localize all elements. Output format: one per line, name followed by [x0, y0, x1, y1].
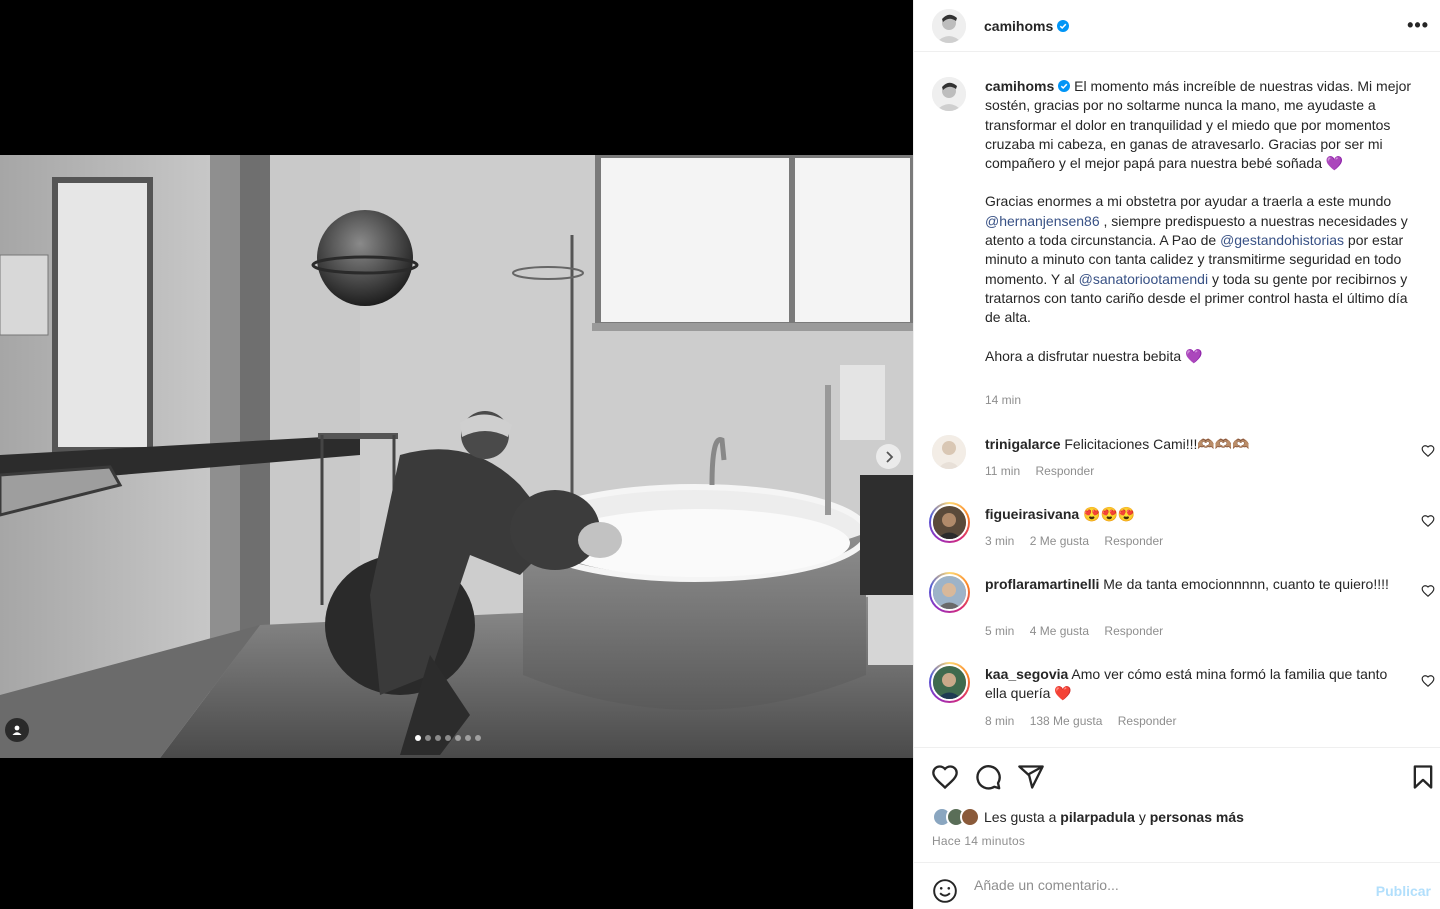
post-header: camihoms •••	[914, 0, 1440, 52]
comment-like-icon[interactable]	[1421, 444, 1435, 458]
comment-input[interactable]	[974, 877, 1354, 893]
reply-button[interactable]: Responder	[1035, 464, 1094, 478]
mention-link[interactable]: @hernanjensen86	[985, 213, 1100, 229]
comment-body: Me da tanta emocionnnnn, cuanto te quier…	[1103, 576, 1389, 592]
tagged-user-icon[interactable]	[5, 718, 29, 742]
post-photo[interactable]	[0, 155, 913, 758]
comment-likes[interactable]: 138 Me gusta	[1030, 714, 1103, 728]
commenter-avatar[interactable]	[929, 572, 970, 613]
comment-like-icon[interactable]	[1421, 674, 1435, 688]
post-timestamp[interactable]: Hace 14 minutos	[932, 834, 1025, 848]
comment-meta: 11 min Responder	[985, 464, 1106, 478]
carousel-dot	[465, 735, 471, 741]
save-icon[interactable]	[1409, 763, 1437, 791]
comment-icon[interactable]	[974, 763, 1002, 791]
carousel-dot	[475, 735, 481, 741]
comment-text: figueirasivana 😍😍😍	[985, 505, 1405, 524]
like-icon[interactable]	[931, 763, 959, 791]
share-icon[interactable]	[1017, 763, 1045, 791]
carousel-indicator	[415, 735, 481, 741]
post-caption: camihoms El momento más increíble de nue…	[985, 77, 1425, 366]
comment-time[interactable]: 11 min	[985, 464, 1020, 478]
publish-button[interactable]: Publicar	[1376, 883, 1431, 899]
commenter-username[interactable]: trinigalarce	[985, 436, 1060, 452]
liker-avatar	[960, 807, 980, 827]
commenter-avatar[interactable]	[929, 662, 970, 703]
commenter-avatar[interactable]	[932, 435, 966, 469]
post-details-panel: camihoms ••• camihoms El momento más inc…	[913, 0, 1440, 909]
likes-summary: Les gusta a pilarpadula y personas más	[932, 807, 1244, 827]
likes-others-link[interactable]: personas más	[1150, 809, 1244, 825]
reply-button[interactable]: Responder	[1118, 714, 1177, 728]
caption-emoji: 💜	[1325, 155, 1344, 172]
mention-link[interactable]: @gestandohistorias	[1220, 232, 1344, 248]
commenter-username[interactable]: kaa_segovia	[985, 666, 1068, 682]
caption-timestamp[interactable]: 14 min	[985, 393, 1021, 407]
comments-scroll-area[interactable]: camihoms El momento más increíble de nue…	[914, 52, 1440, 748]
caption-author-avatar[interactable]	[932, 77, 966, 111]
commenter-username[interactable]: proflaramartinelli	[985, 576, 1099, 592]
comment-meta: 8 min 138 Me gusta Responder	[985, 714, 1188, 728]
comment-like-icon[interactable]	[1421, 584, 1435, 598]
caption-paragraph-3: Ahora a disfrutar nuestra bebita	[985, 347, 1182, 364]
username-text[interactable]: camihoms	[984, 18, 1053, 34]
caption-emoji: 💜	[1185, 347, 1203, 364]
caption-username[interactable]: camihoms	[985, 78, 1054, 94]
comment-text: kaa_segovia Amo ver cómo está mina formó…	[985, 665, 1405, 704]
liker-avatars[interactable]	[932, 807, 980, 827]
comment-time[interactable]: 8 min	[985, 714, 1014, 728]
comment-like-icon[interactable]	[1421, 514, 1435, 528]
comment-meta: 3 min 2 Me gusta Responder	[985, 534, 1175, 548]
carousel-dot	[435, 735, 441, 741]
author-avatar[interactable]	[932, 9, 966, 43]
comment-body: 😍😍😍	[1083, 506, 1136, 522]
reply-button[interactable]: Responder	[1104, 534, 1163, 548]
comment-likes[interactable]: 2 Me gusta	[1030, 534, 1089, 548]
carousel-dot	[445, 735, 451, 741]
carousel-dot	[455, 735, 461, 741]
comment-text: proflaramartinelli Me da tanta emocionnn…	[985, 575, 1405, 594]
carousel-dot	[415, 735, 421, 741]
carousel-dot	[425, 735, 431, 741]
likes-prefix: Les gusta a	[984, 809, 1057, 825]
commenter-username[interactable]: figueirasivana	[985, 506, 1079, 522]
next-arrow-icon[interactable]	[876, 444, 901, 469]
more-options-button[interactable]: •••	[1407, 16, 1429, 34]
liker-username[interactable]: pilarpadula	[1060, 809, 1135, 825]
comment-meta: 5 min 4 Me gusta Responder	[985, 624, 1175, 638]
emoji-icon[interactable]	[932, 878, 958, 904]
reply-button[interactable]: Responder	[1104, 624, 1163, 638]
verified-icon	[1057, 20, 1070, 32]
likes-mid: y	[1138, 809, 1146, 825]
caption-paragraph-2a: Gracias enormes a mi obstetra por ayudar…	[985, 193, 1392, 210]
media-viewer	[0, 0, 913, 909]
comment-body: Felicitaciones Cami!!!🫶🏽🫶🏽🫶🏽	[1064, 436, 1250, 452]
commenter-avatar[interactable]	[929, 502, 970, 543]
verified-icon	[1058, 80, 1071, 92]
add-comment-bar: Publicar	[914, 862, 1440, 909]
comment-time[interactable]: 5 min	[985, 624, 1014, 638]
author-username-header[interactable]: camihoms	[984, 18, 1070, 34]
action-bar	[914, 760, 1440, 796]
comment-text: trinigalarce Felicitaciones Cami!!!🫶🏽🫶🏽🫶…	[985, 435, 1405, 454]
comment-likes[interactable]: 4 Me gusta	[1030, 624, 1089, 638]
comment-time[interactable]: 3 min	[985, 534, 1014, 548]
mention-link[interactable]: @sanatoriootamendi	[1079, 271, 1208, 287]
